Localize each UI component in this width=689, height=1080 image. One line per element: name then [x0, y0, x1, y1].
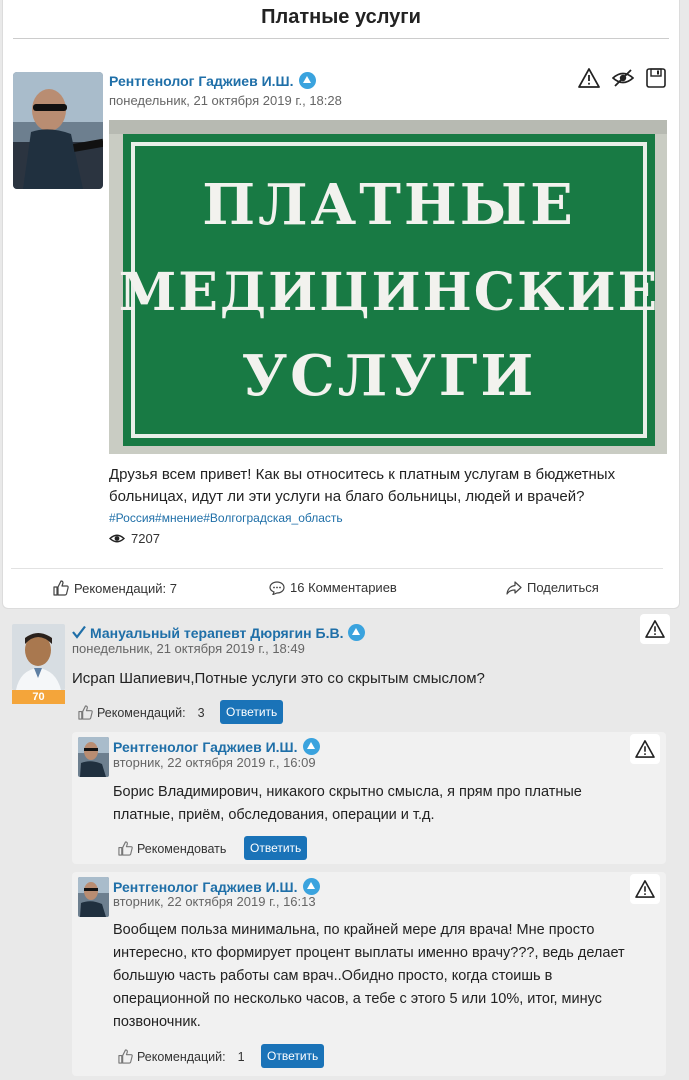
verified-badge-icon	[302, 738, 320, 755]
share-button[interactable]: Поделиться	[506, 580, 599, 595]
share-icon	[506, 580, 522, 595]
report-icon[interactable]	[640, 614, 670, 644]
recommend-label: Рекомендаций:	[137, 1049, 226, 1064]
post-author[interactable]: Рентгенолог Гаджиев И.Ш.	[109, 72, 316, 89]
sign-line-2: МЕДИЦИНСКИЕ	[119, 262, 660, 323]
page-title: Платные услуги	[261, 6, 421, 28]
verified-badge-icon	[302, 878, 320, 895]
comment-timestamp: понедельник, 21 октября 2019 г., 18:49	[72, 641, 305, 656]
share-label: Поделиться	[527, 580, 599, 595]
sign-line-3: УСЛУГИ	[242, 343, 537, 409]
recommend-count: 1	[237, 1049, 245, 1064]
avatar[interactable]	[78, 877, 109, 917]
author-name-text[interactable]: Рентгенолог Гаджиев И.Ш.	[109, 73, 294, 89]
avatar[interactable]	[12, 624, 65, 690]
comment-author-text[interactable]: Рентгенолог Гаджиев И.Ш.	[113, 879, 298, 895]
thumbs-up-icon	[78, 705, 93, 720]
verified-badge-icon	[298, 72, 316, 89]
avatar[interactable]	[78, 737, 109, 777]
comment-timestamp: вторник, 22 октября 2019 г., 16:09	[113, 755, 316, 770]
recommend-label: Рекомендовать	[137, 841, 227, 856]
post-image[interactable]: ПЛАТНЫЕ МЕДИЦИНСКИЕ УСЛУГИ	[109, 120, 667, 454]
reply-button[interactable]: Ответить	[220, 700, 284, 724]
hide-eye-icon[interactable]	[611, 66, 635, 90]
comment-body: Вообщем польза минимальна, по крайней ме…	[113, 922, 625, 1030]
view-count: 7207	[109, 531, 160, 546]
avatar[interactable]	[13, 72, 103, 189]
recommend-button[interactable]: Рекомендаций: 1	[118, 1049, 245, 1064]
post-card: Платные услуги Рентгенолог Гаджиев И.Ш. …	[2, 0, 680, 609]
verified-badge-icon	[348, 624, 366, 641]
report-icon[interactable]	[577, 66, 601, 90]
comment-bubble-icon	[269, 580, 285, 595]
eye-icon	[109, 534, 125, 543]
comment-author[interactable]: Мануальный терапевт Дюрягин Б.В.	[72, 624, 366, 641]
thumbs-up-icon	[118, 1049, 133, 1064]
comment-author[interactable]: Рентгенолог Гаджиев И.Ш.	[113, 738, 320, 755]
comment-timestamp: вторник, 22 октября 2019 г., 16:13	[113, 894, 316, 909]
divider	[13, 38, 669, 39]
recommend-button[interactable]: Рекомендовать	[118, 841, 226, 856]
save-icon[interactable]	[644, 66, 668, 90]
recommend-label: Рекомендаций: 7	[74, 580, 177, 596]
reply-button[interactable]: Ответить	[244, 836, 308, 860]
view-count-text: 7207	[131, 531, 160, 546]
divider	[11, 568, 663, 569]
comment-author[interactable]: Рентгенолог Гаджиев И.Ш.	[113, 878, 320, 895]
comment-author-text[interactable]: Рентгенолог Гаджиев И.Ш.	[113, 739, 298, 755]
comment-body: Борис Владимирович, никакого скрытно смы…	[113, 784, 582, 823]
thumbs-up-icon	[53, 580, 69, 596]
report-icon[interactable]	[630, 734, 660, 764]
recommend-label: Рекомендаций:	[97, 705, 186, 720]
comments-button[interactable]: 16 Комментариев	[269, 580, 397, 595]
post-hashtags[interactable]: #Россия#мнение#Волгоградская_область	[109, 511, 343, 525]
checkmark-icon	[72, 625, 86, 639]
report-icon[interactable]	[630, 874, 660, 904]
comments-label: 16 Комментариев	[290, 580, 397, 595]
recommend-count: 3	[197, 705, 205, 720]
rating-badge: 70	[12, 690, 65, 704]
recommend-button[interactable]: Рекомендаций: 7	[53, 580, 177, 596]
sign-line-1: ПЛАТНЫЕ	[202, 172, 576, 238]
reply-button[interactable]: Ответить	[261, 1044, 325, 1068]
post-body: Друзья всем привет! Как вы относитесь к …	[109, 466, 616, 505]
thumbs-up-icon	[118, 841, 133, 856]
recommend-button[interactable]: Рекомендаций: 3	[78, 705, 205, 720]
comment-author-text[interactable]: Мануальный терапевт Дюрягин Б.В.	[90, 625, 343, 641]
post-timestamp: понедельник, 21 октября 2019 г., 18:28	[109, 93, 342, 108]
comment-body: Исрап Шапиевич,Потные услуги это со скры…	[72, 670, 485, 687]
